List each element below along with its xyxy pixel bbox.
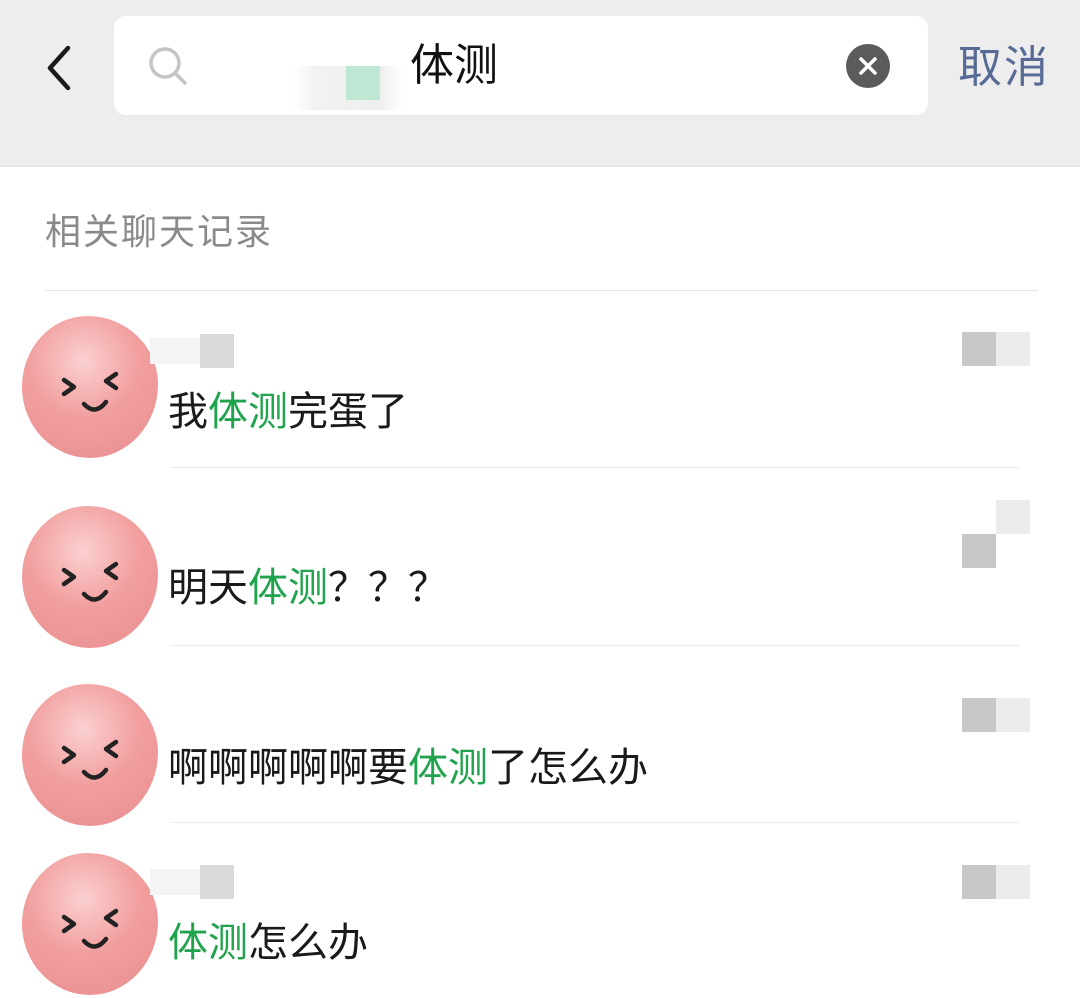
search-header: 体测 取消 <box>0 0 1080 167</box>
chat-record-item[interactable]: 体测怎么办 <box>0 823 1080 998</box>
chat-record-item[interactable]: 我体测完蛋了 <box>0 292 1080 470</box>
avatar <box>22 506 158 648</box>
redacted-timestamp <box>962 332 1032 368</box>
message-text: 明天 <box>168 565 248 611</box>
smiling-face-icon <box>61 739 119 780</box>
redacted-contact-name <box>150 334 234 368</box>
message-text: ？？？ <box>328 565 448 611</box>
clear-search-button[interactable] <box>846 44 890 88</box>
message-preview: 啊啊啊啊啊要体测了怎么办 <box>168 738 648 798</box>
redacted-timestamp <box>962 698 1032 734</box>
divider <box>45 290 1038 291</box>
redaction-block <box>962 534 996 568</box>
back-button[interactable] <box>30 36 94 100</box>
cancel-button[interactable]: 取消 <box>958 38 1050 98</box>
message-preview: 我体测完蛋了 <box>168 382 408 442</box>
search-input[interactable]: 体测 <box>114 16 928 115</box>
message-text: 了怎么办 <box>488 745 648 791</box>
redaction-block <box>996 500 1030 534</box>
message-preview: 明天体测？？？ <box>168 558 448 618</box>
message-text: 完蛋了 <box>288 389 408 435</box>
avatar <box>22 316 158 458</box>
redaction-block <box>200 334 234 368</box>
redaction-block <box>200 865 234 899</box>
redacted-timestamp <box>962 865 1032 901</box>
search-icon <box>149 47 187 85</box>
redaction-block <box>346 66 380 100</box>
redacted-contact-name <box>294 66 402 110</box>
section-title: 相关聊天记录 <box>45 212 274 253</box>
redaction-block <box>962 698 996 732</box>
clear-x-icon <box>859 57 877 75</box>
avatar <box>22 853 158 995</box>
redaction-block <box>962 865 996 899</box>
redaction-block <box>996 332 1030 366</box>
keyword-highlight: 体测 <box>408 745 488 791</box>
smiling-face-icon <box>61 561 119 602</box>
redaction-block <box>150 869 200 895</box>
redacted-timestamp <box>962 500 1032 568</box>
redacted-contact-name <box>150 865 234 899</box>
keyword-highlight: 体测 <box>248 565 328 611</box>
redaction-block <box>962 332 996 366</box>
message-text: 我 <box>168 389 208 435</box>
avatar <box>22 684 158 826</box>
smiling-face-icon <box>61 908 119 949</box>
message-text: 怎么办 <box>248 920 368 966</box>
redaction-block <box>150 338 200 364</box>
message-preview: 体测怎么办 <box>168 913 368 973</box>
keyword-highlight: 体测 <box>208 389 288 435</box>
message-text: 啊啊啊啊啊要 <box>168 745 408 791</box>
chat-record-item[interactable]: 啊啊啊啊啊要体测了怎么办 <box>0 646 1080 826</box>
chat-search-screen: 体测 取消 相关聊天记录 我体测完蛋了 明天体测？？？ 啊啊啊啊啊要体测了怎么办… <box>0 0 1080 998</box>
keyword-highlight: 体测 <box>168 920 248 966</box>
redaction-block <box>996 865 1030 899</box>
chevron-left-icon <box>47 45 71 91</box>
redaction-block <box>996 698 1030 732</box>
smiling-face-icon <box>61 371 119 412</box>
chat-record-item[interactable]: 明天体测？？？ <box>0 468 1080 648</box>
search-query-text: 体测 <box>410 40 498 91</box>
